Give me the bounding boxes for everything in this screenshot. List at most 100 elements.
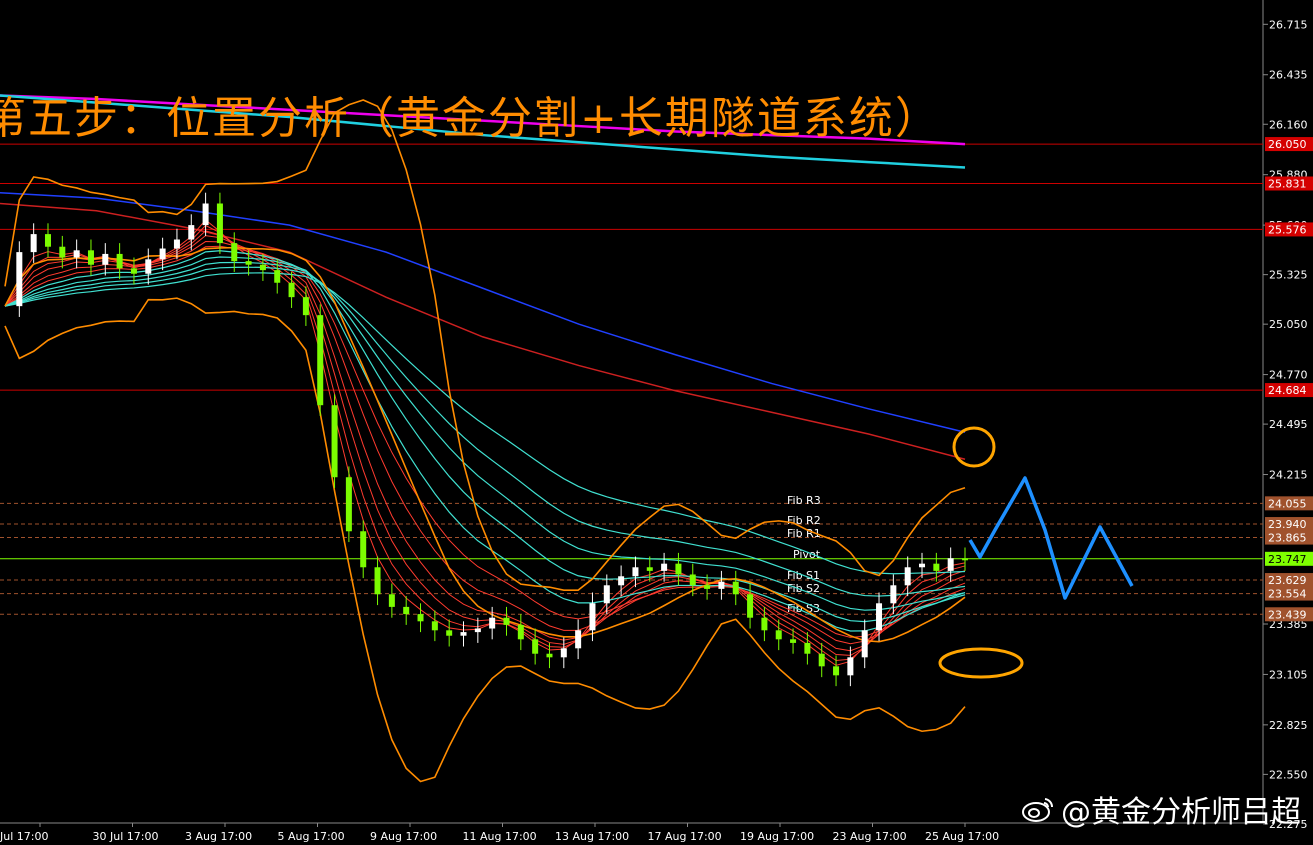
level-label: 25.831 [1268,178,1307,191]
candle-body [474,628,481,633]
pivot-label: Fib R2 [787,514,821,527]
ma-blue-line [0,191,966,433]
x-tick-label: 11 Aug 17:00 [463,830,537,843]
candle-body [173,239,180,249]
y-tick-label: 22.825 [1269,719,1308,732]
candle-body [861,630,868,658]
candle-body [302,297,309,316]
candle-body [360,531,367,568]
y-tick-label: 25.325 [1269,269,1308,282]
candle-body [876,603,883,631]
candle-body [231,243,238,262]
marker-ellipse-lower [938,647,1024,679]
candle-body [431,621,438,631]
level-label: 23.940 [1268,518,1307,531]
x-tick-label: 9 Aug 17:00 [370,830,437,843]
marker-circle-upper [952,426,996,468]
x-tick-label: 30 Jul 17:00 [93,830,159,843]
candle-body [761,617,768,631]
candle-body [345,477,352,532]
candle-body [718,581,725,589]
candle-body [159,248,166,260]
y-tick-label: 22.550 [1269,768,1308,781]
pivot-label: Pivot [793,548,821,561]
candle-body [288,282,295,298]
candle-body [216,203,223,244]
candle-body [546,653,553,658]
level-label: 23.629 [1268,574,1307,587]
candle-body [202,203,209,226]
ma-red-long-line [0,202,966,460]
candle-body [603,585,610,604]
y-tick-label: 24.495 [1269,418,1308,431]
candle-body [618,576,625,586]
level-label: 26.050 [1268,138,1307,151]
candle-body [560,648,567,658]
candle-body [904,567,911,586]
candle-body [259,264,266,271]
pivot-label: Fib R3 [787,494,821,507]
candle-body [388,594,395,607]
candle-body [962,558,968,561]
bollinger-lower-band [4,297,966,783]
level-label: 23.439 [1268,608,1307,621]
candle-body [102,253,109,265]
weibo-icon [1021,795,1055,831]
candle-body [44,234,51,247]
bollinger-upper-band [4,99,966,591]
candle-body [704,585,711,589]
candle-body [947,558,954,571]
x-tick-label: 17 Aug 17:00 [648,830,722,843]
x-tick-label: 23 Aug 17:00 [833,830,907,843]
candle-body [575,630,582,649]
chart-title: 第五步：位置分析（黄金分割+长期隧道系统） [0,93,941,144]
candle-body [732,581,739,595]
candle-body [689,574,696,586]
candle-body [59,246,66,258]
y-tick-label: 26.160 [1269,118,1308,131]
y-tick-label: 24.215 [1269,469,1308,482]
level-label: 25.576 [1268,223,1307,236]
x-tick-label: 13 Aug 17:00 [555,830,629,843]
candle-body [317,315,324,406]
candle-body [632,567,639,577]
candle-body [919,563,926,568]
y-tick-label: 26.715 [1269,18,1308,31]
candle-body [646,567,653,571]
candle-body [245,261,252,265]
level-label: 24.055 [1268,497,1307,510]
y-tick-label: 24.770 [1269,369,1308,382]
ema-cyan-line [4,250,966,632]
watermark: @黄金分析师吕超 [1021,787,1301,832]
candle-body [274,270,281,283]
watermark-text: @黄金分析师吕超 [1061,794,1301,830]
candle-body [116,253,123,269]
candle-body [417,614,424,622]
level-label: 24.684 [1268,384,1307,397]
y-tick-label: 26.435 [1269,69,1308,82]
level-label: 23.747 [1268,553,1307,566]
candle-body [775,630,782,640]
x-tick-label: 5 Aug 17:00 [278,830,345,843]
candle-body [460,632,467,636]
candle-body [804,642,811,654]
candle-body [403,606,410,615]
ema-red-line [4,230,966,656]
candle-body [188,225,195,240]
ema-red-line [4,245,966,638]
candle-body [374,567,381,595]
x-tick-label: 25 Aug 17:00 [925,830,999,843]
candle-body [130,268,137,274]
candle-body [818,653,825,667]
candle-body [73,250,80,258]
candle-body [675,563,682,575]
ema-red-line [4,224,966,661]
ema-cyan-line [4,266,966,597]
candle-body [503,617,510,625]
candle-body [933,563,940,571]
candle-body [833,666,840,676]
candle-body [790,639,797,643]
ema-red-line [4,241,966,645]
ema-red-line [4,235,966,652]
y-tick-label: 23.105 [1269,668,1308,681]
